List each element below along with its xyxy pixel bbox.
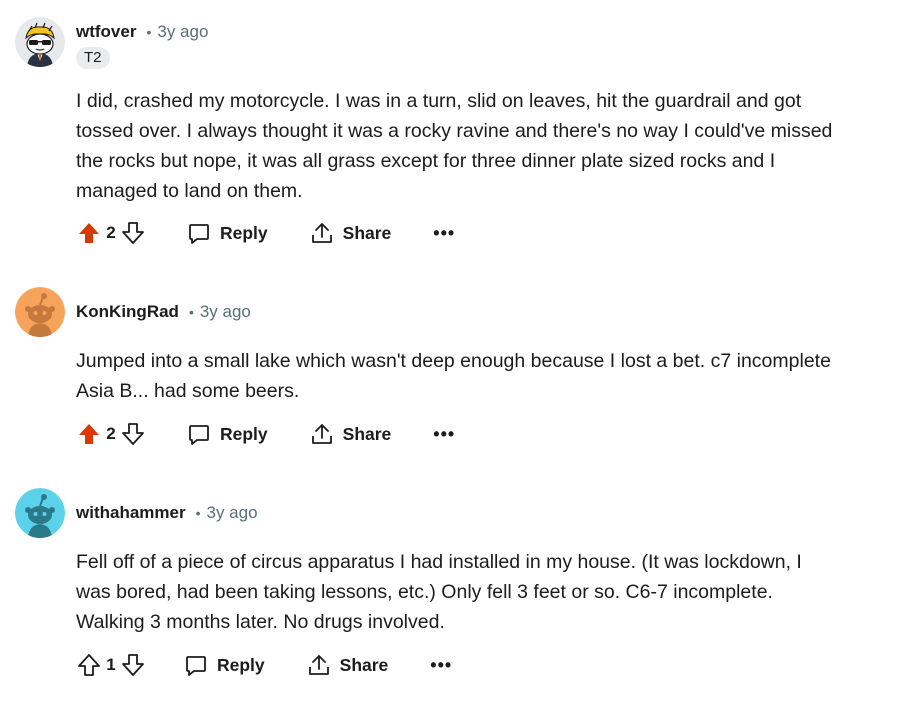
comment-meta: KonKingRad • 3y ago (76, 300, 251, 324)
user-flair: T2 (76, 47, 110, 69)
reply-button[interactable]: Reply (187, 221, 268, 245)
comment-line: the rocks but nope, it was all grass exc… (76, 150, 776, 172)
comment-bubble-icon (186, 656, 206, 676)
meta-separator: • (188, 304, 194, 320)
share-button[interactable]: Share (310, 221, 392, 245)
share-icon (311, 223, 332, 243)
comment-meta: wtfover • 3y ago (76, 20, 208, 44)
snoo-teal-avatar[interactable] (15, 488, 65, 538)
comment-body: Jumped into a small lake which wasn't de… (76, 346, 906, 406)
username[interactable]: withahammer (76, 503, 186, 523)
comment-line: Jumped into a small lake which wasn't de… (76, 350, 831, 372)
meta-separator: • (195, 505, 201, 521)
more-options-button[interactable]: ••• (433, 223, 455, 244)
reply-label: Reply (220, 222, 268, 243)
comment-line: Asia B... had some beers. (76, 380, 300, 402)
comment-line: was bored, had been taking lessons, etc.… (76, 581, 773, 603)
downvote-icon (122, 654, 144, 676)
comment-bubble-icon (189, 425, 209, 445)
downvote-icon (122, 222, 144, 244)
vote-score: 2 (106, 223, 116, 242)
share-label: Share (342, 423, 392, 444)
snoo-sunglasses-avatar[interactable] (15, 17, 65, 67)
comment-body: I did, crashed my motorcycle. I was in a… (76, 86, 906, 206)
vote-score: 2 (106, 424, 116, 443)
upvote-button[interactable] (76, 421, 102, 447)
snoo-orange-avatar[interactable] (15, 287, 65, 337)
share-icon (311, 424, 332, 444)
share-label: Share (342, 222, 392, 243)
more-options-button[interactable]: ••• (430, 655, 452, 676)
comment-line: Walking 3 months later. No drugs involve… (76, 611, 445, 633)
share-label: Share (339, 654, 389, 675)
share-button[interactable]: Share (310, 422, 392, 446)
downvote-button[interactable] (120, 652, 146, 678)
timestamp[interactable]: 3y ago (207, 503, 258, 523)
username[interactable]: KonKingRad (76, 302, 179, 322)
timestamp[interactable]: 3y ago (157, 22, 208, 42)
comment-actions: 2 Reply Share ••• (76, 217, 455, 249)
username[interactable]: wtfover (76, 22, 136, 42)
downvote-button[interactable] (120, 220, 146, 246)
comment-line: managed to land on them. (76, 180, 303, 202)
comment-line: tossed over. I always thought it was a r… (76, 120, 833, 142)
reply-label: Reply (220, 423, 268, 444)
reply-button[interactable]: Reply (187, 422, 268, 446)
upvote-filled-icon (79, 424, 99, 444)
meta-separator: • (146, 24, 152, 40)
comment-body: Fell off of a piece of circus apparatus … (76, 547, 906, 637)
comment-actions: 1 Reply Share ••• (76, 649, 452, 681)
downvote-icon (122, 423, 144, 445)
more-options-button[interactable]: ••• (433, 424, 455, 445)
vote-score: 1 (106, 655, 116, 674)
downvote-button[interactable] (120, 421, 146, 447)
upvote-icon (78, 654, 100, 676)
upvote-button[interactable] (76, 652, 102, 678)
comment-line: Fell off of a piece of circus apparatus … (76, 551, 802, 573)
comment-bubble-icon (189, 224, 209, 244)
timestamp[interactable]: 3y ago (200, 302, 251, 322)
comment-actions: 2 Reply Share ••• (76, 418, 455, 450)
upvote-filled-icon (79, 223, 99, 243)
comment-meta: withahammer • 3y ago (76, 501, 258, 525)
reply-label: Reply (217, 654, 265, 675)
share-button[interactable]: Share (307, 653, 389, 677)
comment-line: I did, crashed my motorcycle. I was in a… (76, 90, 802, 112)
reply-button[interactable]: Reply (184, 653, 265, 677)
share-icon (308, 655, 329, 675)
upvote-button[interactable] (76, 220, 102, 246)
